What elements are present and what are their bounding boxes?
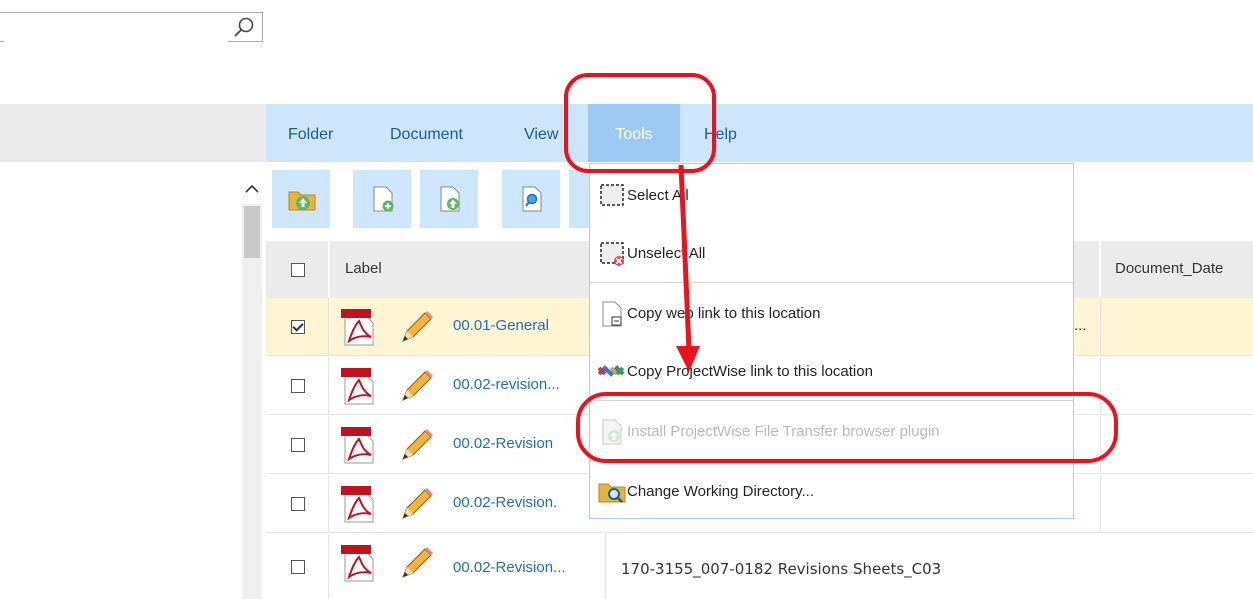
annotation-arrow-head xyxy=(676,346,700,372)
annotation-arrow-shaft xyxy=(678,164,692,351)
install-plugin-highlight-circle xyxy=(576,392,1118,463)
annotation-overlay xyxy=(564,73,1118,463)
tools-highlight-circle xyxy=(564,73,716,173)
